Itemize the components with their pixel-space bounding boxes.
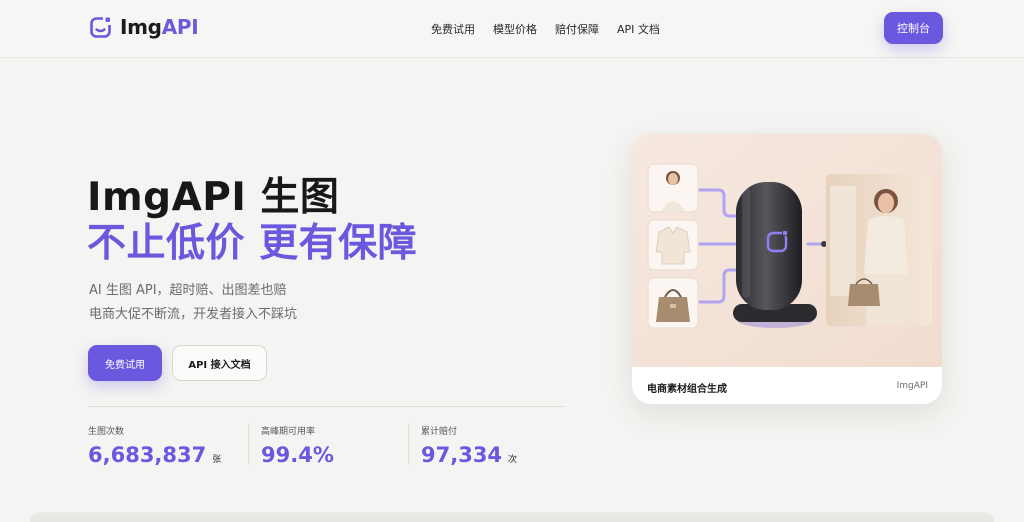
stat-value: 6,683,837 bbox=[88, 443, 207, 467]
input-blouse-photo bbox=[647, 219, 699, 271]
stat-separator bbox=[408, 423, 409, 465]
showcase-illustration bbox=[632, 134, 942, 367]
showcase-brand: ImgAPI bbox=[896, 381, 928, 391]
input-handbag-photo bbox=[647, 277, 699, 329]
top-navbar: ImgAPI 免费试用 模型价格 赔付保障 API 文档 控制台 bbox=[0, 0, 1024, 58]
next-section-edge bbox=[30, 512, 994, 522]
stats-divider bbox=[88, 406, 566, 407]
stat-label: 生图次数 bbox=[88, 427, 125, 437]
stat-value: 99.4% bbox=[261, 443, 334, 467]
hero-description: AI 生图 API，超时赔、出图差也赔 电商大促不断流，开发者接入不踩坑 bbox=[89, 279, 297, 327]
brand-logo[interactable]: ImgAPI bbox=[89, 15, 199, 39]
nav-api-docs[interactable]: API 文档 bbox=[617, 21, 660, 37]
showcase-caption: 电商素材组合生成 bbox=[647, 384, 727, 395]
nav-model-pricing[interactable]: 模型价格 bbox=[493, 21, 537, 37]
stat-unit: 次 bbox=[508, 455, 518, 465]
stat-label: 累计赔付 bbox=[421, 427, 458, 437]
stat-value: 97,334 bbox=[421, 443, 503, 467]
nav-compensation[interactable]: 赔付保障 bbox=[555, 21, 599, 37]
stat-label: 高峰期可用率 bbox=[261, 427, 316, 437]
hero-tagline: 不止低价 更有保障 bbox=[87, 221, 418, 266]
stat-image-count: 生图次数 6,683,837 张 bbox=[88, 424, 221, 467]
showcase-card[interactable]: 电商素材组合生成 ImgAPI bbox=[631, 133, 943, 405]
stat-unit: 张 bbox=[212, 455, 222, 465]
brand-name: ImgAPI bbox=[120, 15, 199, 39]
api-docs-button[interactable]: API 接入文档 bbox=[172, 345, 267, 381]
imgapi-logo-icon bbox=[90, 16, 112, 38]
stat-separator bbox=[248, 423, 249, 465]
output-result-photo bbox=[826, 174, 932, 326]
hero-description-line-1: AI 生图 API，超时赔、出图差也赔 bbox=[89, 283, 287, 298]
main-nav: 免费试用 模型价格 赔付保障 API 文档 bbox=[431, 21, 678, 37]
input-model-photo bbox=[647, 163, 699, 213]
stat-availability: 高峰期可用率 99.4% bbox=[261, 424, 334, 467]
nav-free-trial[interactable]: 免费试用 bbox=[431, 21, 475, 37]
stat-compensation: 累计赔付 97,334 次 bbox=[421, 424, 517, 467]
hero-description-line-2: 电商大促不断流，开发者接入不踩坑 bbox=[89, 307, 298, 322]
console-button[interactable]: 控制台 bbox=[884, 12, 943, 44]
free-trial-button[interactable]: 免费试用 bbox=[88, 345, 162, 381]
